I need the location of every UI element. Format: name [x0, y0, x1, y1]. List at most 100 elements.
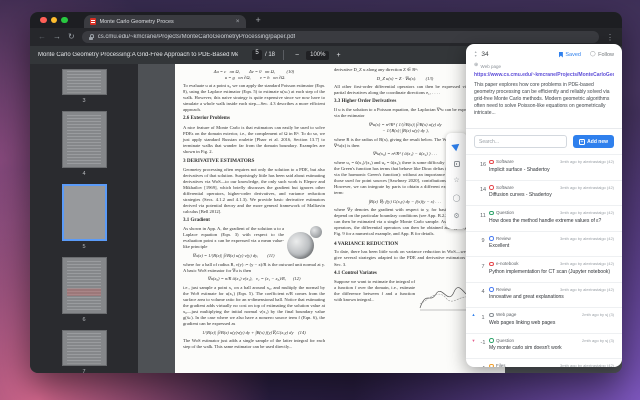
bookmark-icon — [558, 51, 563, 58]
page-thumbnail[interactable] — [61, 257, 107, 314]
zoom-in-button[interactable]: + — [333, 52, 343, 59]
thumbnail-item: 4 — [61, 111, 107, 177]
user-vote-icon[interactable] — [470, 210, 477, 224]
user-vote-icon[interactable]: ▲ — [470, 312, 477, 326]
resource-description: This paper explores how core problems in… — [474, 82, 610, 117]
row-type-icon — [489, 236, 494, 241]
row-vote-count: -1 — [480, 340, 486, 347]
back-icon[interactable]: ← — [38, 33, 46, 41]
paragraph: where for a ball of radius R, ν(y) := (y… — [183, 261, 325, 273]
annotation-row[interactable]: ▲ 1 Web page 2mth ago by sj (3) Web page… — [466, 307, 622, 333]
row-vote-count: 11 — [480, 212, 486, 219]
row-title: Innovative and great explanations — [489, 294, 564, 301]
row-type-icon — [489, 363, 494, 367]
thumbnail-sidebar[interactable]: 3 4 5 6 7 — [30, 64, 138, 373]
follow-icon: ◯ — [589, 51, 596, 57]
row-meta: 3mth ago by alextrastalgo (42) — [559, 184, 614, 190]
downvote-icon[interactable]: ▼ — [474, 54, 477, 58]
equation-12: ∇u(x₀) = n/R û(x₁) ν(x₁), ν₁ = (x₁ − x₀)… — [207, 276, 301, 282]
row-type-icon — [489, 159, 494, 165]
user-vote-icon[interactable] — [470, 236, 477, 250]
page-thumbnail[interactable] — [61, 111, 107, 168]
circle-icon[interactable]: ◯ — [453, 195, 461, 202]
pdf-left-column: Δu = c on Ω, Δv = 0 on Ω, (10) u = g on … — [183, 67, 325, 370]
user-vote-icon[interactable] — [470, 185, 477, 199]
paragraph: All other first-order differential opera… — [334, 84, 476, 96]
address-bar[interactable]: cs.cmu.edu/~kmcrane/Projects/MonteCarloG… — [81, 31, 599, 43]
row-title: Web pages linking web pages — [489, 319, 556, 326]
row-title: Implicit surface - Shadertoy — [489, 166, 550, 173]
row-content: Software 3mth ago by alextrastalgo (42) … — [489, 184, 614, 198]
annotation-row[interactable]: 14 Software 3mth ago by alextrastalgo (4… — [466, 179, 622, 206]
browser-menu-icon[interactable]: ⋮ — [606, 33, 614, 42]
toolbar-divider — [283, 50, 285, 60]
url-text: cs.cmu.edu/~kmcrane/Projects/MonteCarloG… — [97, 34, 296, 40]
page-count-label: / 18 — [265, 52, 276, 58]
annotation-panel: ▲ ▼ 34 Saved ◯ Follow ⊕ Web page https:/… — [466, 44, 622, 367]
add-new-button[interactable]: + Add new — [573, 135, 614, 149]
annotation-row[interactable]: 16 Software 3mth ago by alextrastalgo (4… — [466, 154, 622, 180]
annotation-row[interactable]: -1 Files 3mth ago by alextrastalgo (42) … — [466, 358, 622, 367]
user-vote-icon[interactable] — [470, 261, 477, 275]
annotation-row[interactable]: 9 Review 3mth ago by alextrastalgo (42) … — [466, 230, 622, 257]
follow-button[interactable]: ◯ Follow — [590, 52, 614, 58]
thumbnail-page-label: 7 — [82, 369, 86, 373]
row-content: Review 3mth ago by alextrastalgo (42) In… — [489, 287, 614, 301]
gear-icon[interactable]: ⚙ — [453, 213, 459, 220]
annotation-row[interactable]: ▼ -1 Question 2mth ago by sj (3) My mont… — [466, 332, 622, 359]
tab-close-icon[interactable]: × — [236, 18, 240, 25]
reload-icon[interactable]: ↻ — [68, 33, 75, 41]
annotation-row[interactable]: 4 Review 3mth ago by alextrastalgo (42) … — [466, 281, 622, 308]
row-title: How does the method handle extreme value… — [489, 217, 602, 224]
row-meta: 3mth ago by alextrastalgo (42) — [559, 210, 614, 216]
page-number-input[interactable]: 5 — [252, 50, 262, 60]
zoom-level: 100% — [306, 50, 330, 60]
zoom-out-button[interactable]: − — [292, 52, 302, 59]
close-window-button[interactable] — [40, 16, 47, 24]
user-vote-icon[interactable] — [470, 159, 477, 173]
comment-icon[interactable] — [453, 160, 460, 167]
browser-window: Monte Carlo Geometry Proces × + ← → ↻ cs… — [30, 12, 622, 373]
row-meta: 3mth ago by alextrastalgo (42) — [559, 235, 614, 241]
saved-button[interactable]: Saved — [558, 51, 581, 58]
row-type-label: Question — [496, 210, 515, 216]
row-type-label: Web page — [496, 312, 517, 318]
browser-tab[interactable]: Monte Carlo Geometry Proces × — [83, 15, 246, 28]
row-type-icon — [489, 338, 494, 343]
follow-label: Follow — [598, 51, 614, 58]
fullscreen-window-button[interactable] — [61, 16, 68, 24]
row-content: e-notebook 3mth ago by alextrastalgo (42… — [489, 261, 614, 275]
page-thumbnail[interactable] — [61, 330, 107, 366]
row-content: Web page 2mth ago by sj (3) Web pages li… — [489, 312, 614, 326]
resource-type-label: Web page — [480, 64, 501, 69]
row-type-icon — [489, 312, 494, 318]
search-input[interactable] — [474, 135, 568, 149]
user-vote-icon[interactable]: ▼ — [470, 338, 477, 352]
new-tab-button[interactable]: + — [256, 15, 261, 25]
paragraph: To date, there has been little work on v… — [334, 249, 476, 267]
page-thumbnail[interactable] — [61, 184, 107, 241]
annotation-row[interactable]: 7 e-notebook 3mth ago by alextrastalgo (… — [466, 256, 622, 282]
row-type-label: Files — [496, 363, 506, 367]
user-vote-icon[interactable] — [470, 363, 477, 367]
row-type: Question — [489, 210, 514, 215]
forward-icon[interactable]: → — [53, 33, 61, 41]
resource-url-link[interactable]: https://www.cs.cmu.edu/~kmcrane/Projects… — [474, 72, 614, 78]
window-controls — [40, 16, 68, 24]
row-content: Question 3mth ago by alextrastalgo (42) … — [489, 210, 614, 224]
row-vote-count: 16 — [479, 161, 487, 168]
section-heading: 3.1 Gradient — [183, 218, 210, 224]
row-content: Question 2mth ago by sj (3) My monte car… — [489, 338, 614, 351]
paragraph: i.e., just sample a point x₁ on a ball a… — [183, 284, 325, 327]
pointer-icon[interactable] — [451, 140, 462, 152]
user-vote-icon[interactable] — [470, 287, 477, 301]
thumbnail-item: 7 — [61, 330, 107, 373]
page-thumbnail[interactable] — [61, 69, 107, 95]
annotation-row[interactable]: 11 Question 3mth ago by alextrastalgo (4… — [466, 205, 622, 231]
equation-10: Δu = c on Ω, Δv = 0 on Ω, (10) u = g on … — [213, 68, 295, 80]
row-type-icon — [489, 210, 494, 216]
star-icon[interactable]: ☆ — [453, 177, 459, 184]
lock-icon — [88, 34, 95, 40]
minimize-window-button[interactable] — [50, 16, 57, 24]
row-meta: 3mth ago by alextrastalgo (42) — [559, 261, 614, 267]
